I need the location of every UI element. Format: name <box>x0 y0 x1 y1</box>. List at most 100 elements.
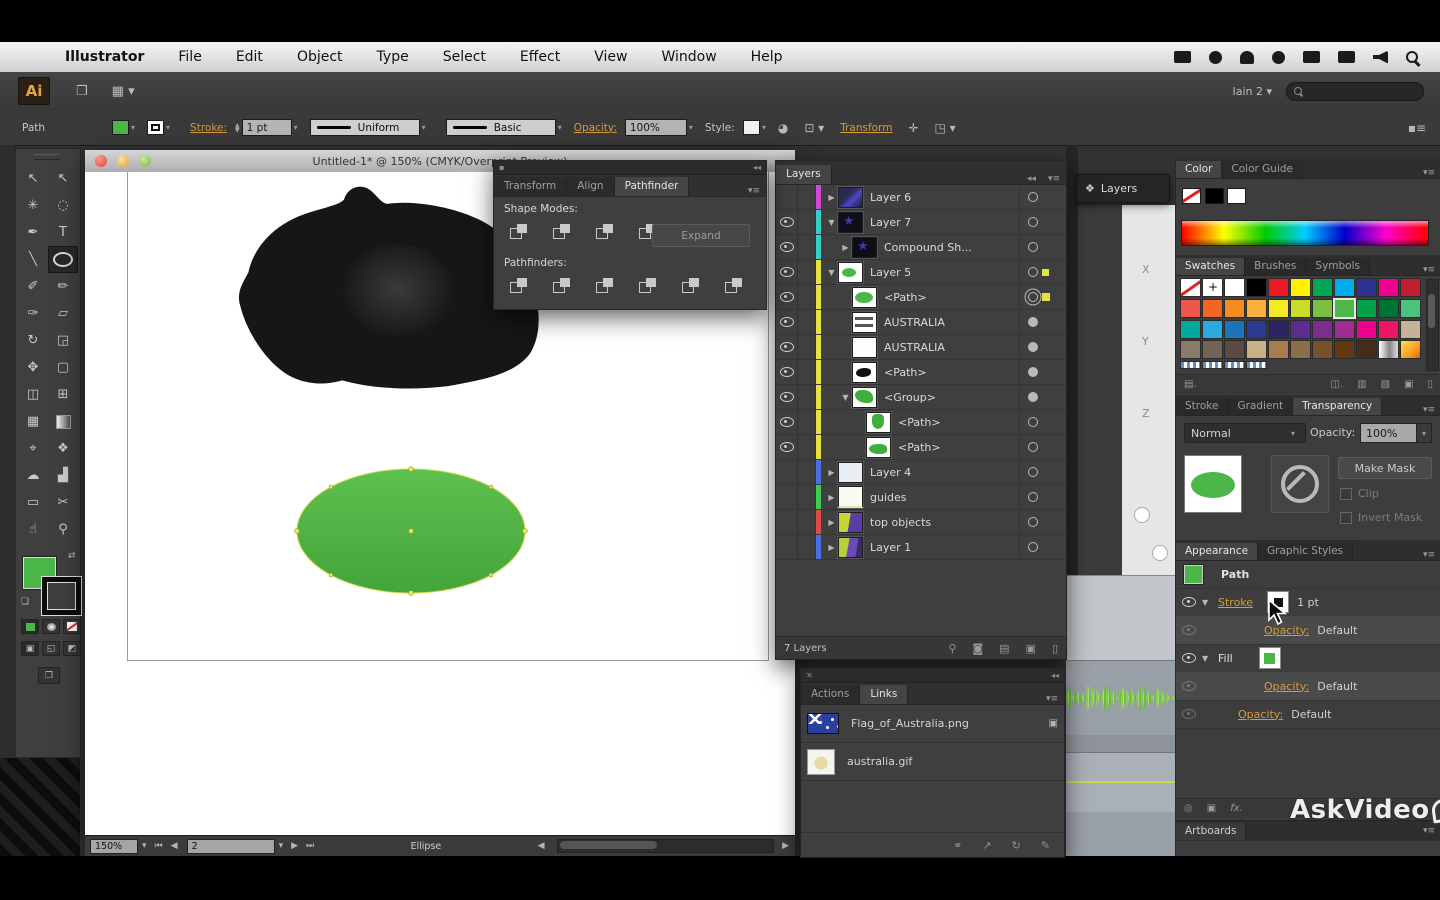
swatch[interactable] <box>1202 320 1223 339</box>
perspective-grid-tool[interactable]: ⊞ <box>48 381 78 408</box>
last-artboard-icon[interactable]: ⏭ <box>306 841 314 851</box>
menu-window[interactable]: Window <box>661 49 716 65</box>
menu-select[interactable]: Select <box>443 49 486 65</box>
new-layer-icon[interactable]: ▣ <box>1026 642 1036 655</box>
target-icon[interactable] <box>1028 192 1038 202</box>
none-color-proxy[interactable] <box>1182 188 1201 204</box>
swatch[interactable] <box>1202 361 1223 369</box>
make-mask-icon[interactable]: ◙ <box>972 642 983 655</box>
appearance-row-path[interactable]: Path <box>1176 560 1440 589</box>
visibility-toggle[interactable] <box>776 360 798 384</box>
expand-arrow-icon[interactable]: ▼ <box>825 268 838 277</box>
swatch[interactable] <box>1290 278 1311 297</box>
links-panel-menu-icon[interactable]: ▾≡ <box>1040 694 1064 704</box>
selected-green-ellipse[interactable] <box>295 467 528 596</box>
swatch[interactable] <box>1268 299 1289 318</box>
target-cell[interactable] <box>1019 360 1066 384</box>
expand-button[interactable]: Expand <box>652 224 750 247</box>
collapse-icons[interactable]: ◂◂ <box>1051 671 1059 680</box>
intersect-icon[interactable] <box>592 221 618 241</box>
opacity-mask-thumbnail[interactable] <box>1271 455 1329 513</box>
target-icon[interactable] <box>1028 392 1038 402</box>
object-thumbnail[interactable] <box>1184 455 1242 513</box>
lock-toggle[interactable] <box>798 285 816 309</box>
links-panel-header[interactable]: ✕◂◂ <box>801 669 1064 683</box>
pathfinder-panel-header[interactable]: ▪◂◂ <box>494 161 766 175</box>
layer-thumbnail[interactable] <box>838 486 863 508</box>
swatch[interactable] <box>1290 299 1311 318</box>
layer-row[interactable]: ▶Layer 6 <box>776 185 1066 210</box>
target-cell[interactable] <box>1019 510 1066 534</box>
lock-toggle[interactable] <box>798 210 816 234</box>
swatch[interactable] <box>1202 299 1223 318</box>
layer-row[interactable]: AUSTRALIA <box>776 310 1066 335</box>
layer-row[interactable]: ▶Layer 1 <box>776 535 1066 560</box>
visibility-toggle[interactable] <box>776 535 798 559</box>
layer-name[interactable]: Compound Sh... <box>884 241 1019 254</box>
default-fill-stroke-icon[interactable]: ❏ <box>21 597 29 607</box>
target-icon[interactable] <box>1028 267 1038 277</box>
duplicate-item-icon[interactable]: ▣ <box>1207 803 1216 814</box>
appearance-row-opacity[interactable]: Opacity:Default <box>1176 616 1440 645</box>
layer-name[interactable]: top objects <box>870 516 1019 529</box>
transparency-opacity-field[interactable]: 100% <box>1360 423 1424 443</box>
appearance-row-opacity[interactable]: Opacity:Default <box>1176 700 1440 729</box>
layer-thumbnail[interactable] <box>866 437 891 458</box>
swatch[interactable] <box>1224 278 1245 297</box>
draw-behind-button[interactable]: ◱ <box>42 641 60 656</box>
lock-toggle[interactable] <box>798 235 816 259</box>
target-cell[interactable] <box>1019 185 1066 209</box>
link-row[interactable]: Flag_of_Australia.png ▣ <box>801 705 1064 743</box>
menu-type[interactable]: Type <box>377 49 409 65</box>
layer-name[interactable]: guides <box>870 491 1019 504</box>
swatch[interactable] <box>1180 320 1201 339</box>
target-icon[interactable] <box>1028 317 1038 327</box>
layer-row[interactable]: ▶Layer 4 <box>776 460 1066 485</box>
tab-symbols[interactable]: Symbols <box>1306 258 1370 275</box>
layer-name[interactable]: <Group> <box>884 391 1019 404</box>
merge-icon[interactable] <box>592 275 618 295</box>
stroke-link[interactable]: Stroke <box>1218 596 1253 609</box>
layer-thumbnail[interactable] <box>852 362 877 383</box>
tab-gradient[interactable]: Gradient <box>1228 398 1293 415</box>
tab-align[interactable]: Align <box>567 177 614 196</box>
swatch[interactable] <box>1180 299 1201 318</box>
appearance-eye[interactable] <box>1176 625 1202 635</box>
layers-dock-button[interactable]: ❖ Layers <box>1076 174 1170 203</box>
swatch[interactable] <box>1378 340 1399 359</box>
pencil-tool[interactable]: ✏ <box>48 273 78 300</box>
swatch[interactable] <box>1400 340 1421 359</box>
swatch[interactable] <box>1356 320 1377 339</box>
ellipse-tool[interactable] <box>48 246 78 273</box>
tab-brushes[interactable]: Brushes <box>1245 258 1306 275</box>
type-tool[interactable]: T <box>48 219 78 246</box>
layer-name[interactable]: Layer 7 <box>870 216 1019 229</box>
lock-toggle[interactable] <box>798 385 816 409</box>
stroke-proxy-swatch[interactable] <box>42 577 81 615</box>
video-camera-icon[interactable] <box>1174 51 1191 63</box>
layer-row[interactable]: <Path> <box>776 285 1066 310</box>
display-icon[interactable] <box>1303 51 1320 63</box>
scroll-left-icon[interactable]: ◀ <box>538 841 545 851</box>
layer-thumbnail[interactable] <box>838 462 863 483</box>
layer-name[interactable]: <Path> <box>884 291 1019 304</box>
swatch[interactable] <box>1334 299 1355 318</box>
fill-swatch[interactable] <box>1259 647 1281 669</box>
target-cell[interactable] <box>1019 535 1066 559</box>
opacity-link[interactable]: Opacity: <box>574 122 617 134</box>
blend-tool[interactable]: ❖ <box>48 435 78 462</box>
layer-row[interactable]: AUSTRALIA <box>776 335 1066 360</box>
layer-name[interactable]: <Path> <box>898 441 1019 454</box>
zoom-tool[interactable]: ⚲ <box>48 516 78 543</box>
target-icon[interactable] <box>1028 242 1038 252</box>
lasso-tool[interactable]: ◌ <box>48 192 78 219</box>
blob-brush-tool[interactable]: ✑ <box>18 300 48 327</box>
swatch[interactable] <box>1400 278 1421 297</box>
magic-wand-tool[interactable]: ✳ <box>18 192 48 219</box>
lock-toggle[interactable] <box>798 435 816 459</box>
preferences-grid-icon[interactable]: ⊡ ▾ <box>804 121 824 135</box>
control-panel-menu-icon[interactable]: ▪≡ <box>1408 121 1426 135</box>
visibility-toggle[interactable] <box>776 260 798 284</box>
target-icon[interactable] <box>1028 292 1038 302</box>
direct-selection-tool[interactable]: ↖ <box>48 165 78 192</box>
